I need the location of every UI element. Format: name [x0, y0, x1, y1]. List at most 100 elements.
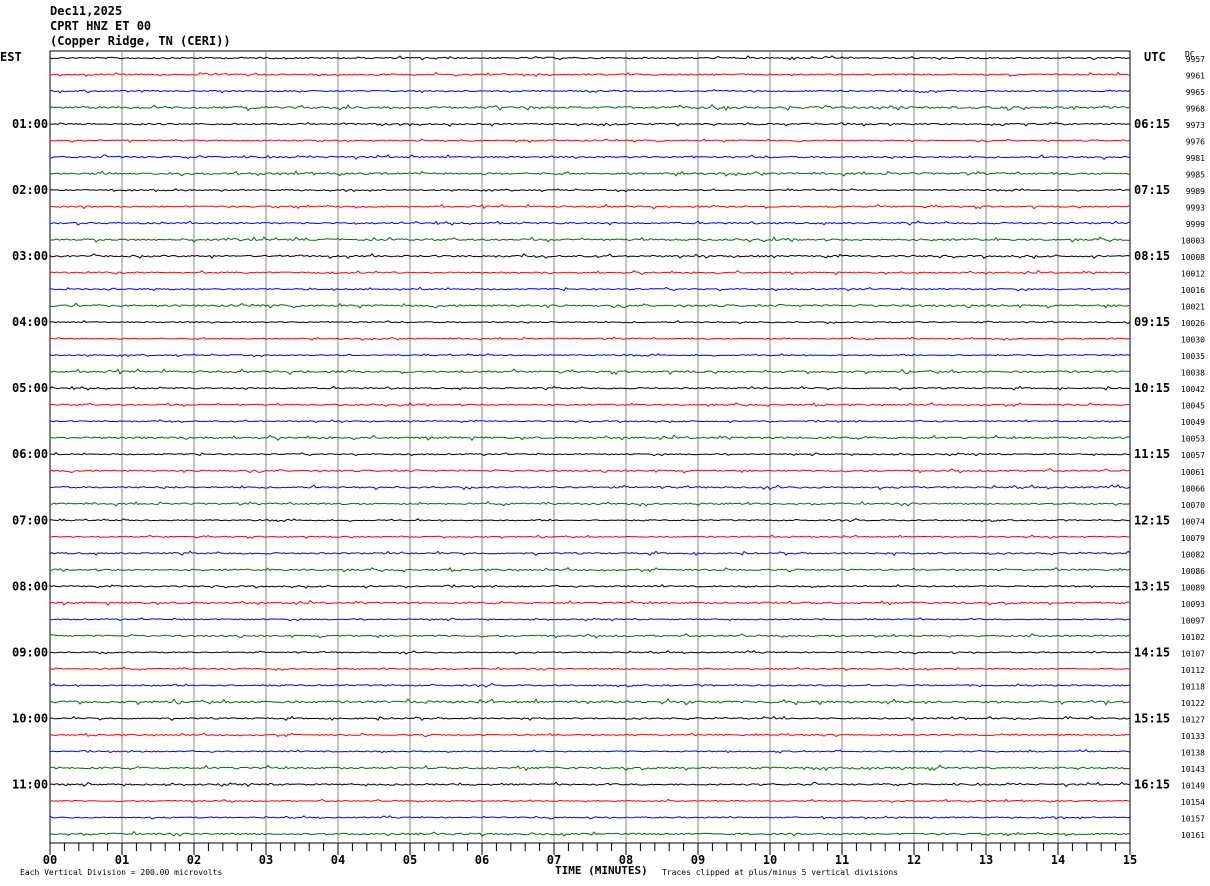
utc-hour-label: 08:15 [1134, 249, 1170, 263]
seismic-trace [49, 154, 1131, 160]
utc-hour-label: 10:15 [1134, 381, 1170, 395]
utc-hour-label: 09:15 [1134, 315, 1170, 329]
seismic-trace [49, 253, 1131, 260]
dc-value: 9961 [1186, 72, 1205, 81]
dc-value: 10122 [1181, 699, 1205, 708]
seismic-trace [49, 353, 1131, 358]
dc-value: 10049 [1181, 418, 1205, 427]
seismic-trace [49, 55, 1131, 61]
x-tick-label: 14 [1051, 853, 1065, 867]
seismic-trace [49, 401, 1131, 408]
dc-value: 9981 [1186, 154, 1205, 163]
est-hour-label: 01:00 [12, 117, 48, 131]
dc-value: 10097 [1181, 616, 1205, 625]
utc-hour-label: 11:15 [1134, 447, 1170, 461]
dc-value: 10107 [1181, 649, 1205, 658]
dc-value: 10118 [1181, 682, 1205, 691]
seismic-trace [49, 781, 1131, 788]
dc-value: 10154 [1181, 798, 1205, 807]
seismic-trace [49, 666, 1131, 672]
utc-hour-label: 07:15 [1134, 183, 1170, 197]
dc-value: 10082 [1181, 550, 1205, 559]
est-hour-label: 11:00 [12, 777, 48, 791]
seismic-trace [49, 138, 1131, 144]
seismic-trace [49, 236, 1131, 243]
x-tick-label: 03 [259, 853, 273, 867]
seismic-trace [49, 467, 1131, 474]
dc-value: 10038 [1181, 369, 1205, 378]
dc-value: 9965 [1186, 88, 1205, 97]
x-axis-label: TIME (MINUTES) [555, 864, 648, 877]
seismic-trace [49, 452, 1131, 457]
dc-value: 10003 [1181, 237, 1205, 246]
seismic-trace [49, 584, 1131, 589]
x-tick-label: 10 [763, 853, 777, 867]
dc-value: 9993 [1186, 204, 1205, 213]
seismic-trace [49, 88, 1131, 94]
est-hour-label: 09:00 [12, 645, 48, 659]
dc-value: 10045 [1181, 402, 1205, 411]
seismic-trace [49, 550, 1131, 557]
seismic-trace [49, 534, 1131, 540]
dc-value: 10157 [1181, 814, 1205, 823]
seismic-trace [49, 500, 1131, 507]
seismic-trace [49, 419, 1131, 424]
x-tick-label: 01 [115, 853, 129, 867]
utc-hour-label: 12:15 [1134, 513, 1170, 527]
seismic-trace [49, 188, 1131, 193]
dc-value: 10070 [1181, 501, 1205, 510]
seismic-trace [49, 518, 1131, 523]
helicorder-plot: 00 01 02 03 04 05 06 07 08 09 10 11 12 13 14 1599579961… [0, 50, 1205, 877]
x-tick-label: 06 [475, 853, 489, 867]
seismic-trace [49, 385, 1131, 391]
left-timezone-label: EST [0, 50, 22, 64]
dc-value: 10016 [1181, 286, 1205, 295]
seismic-trace [49, 650, 1131, 655]
x-tick-label: 04 [331, 853, 345, 867]
seismic-trace [49, 203, 1131, 210]
dc-value: 10127 [1181, 715, 1205, 724]
seismic-trace [49, 71, 1131, 78]
seismic-trace [49, 566, 1131, 573]
dc-value: 10089 [1181, 583, 1205, 592]
est-hour-label: 05:00 [12, 381, 48, 395]
est-hour-label: 04:00 [12, 315, 48, 329]
seismic-trace [49, 815, 1131, 820]
dc-value: 10138 [1181, 748, 1205, 757]
dc-value: 10066 [1181, 484, 1205, 493]
dc-value: 9999 [1186, 220, 1205, 229]
seismic-trace [49, 682, 1131, 688]
dc-value: 9968 [1186, 105, 1205, 114]
dc-value: 10149 [1181, 781, 1205, 790]
dc-value: 10061 [1181, 468, 1205, 477]
seismic-trace [49, 286, 1131, 292]
seismic-trace [49, 732, 1131, 738]
scale-note: Each Vertical Division = 200.00 microvol… [20, 868, 222, 877]
dc-value: 10012 [1181, 270, 1205, 279]
seismic-trace [49, 830, 1131, 837]
dc-value: 10133 [1181, 732, 1205, 741]
x-tick-label: 00 [43, 853, 57, 867]
dc-value: 10102 [1181, 633, 1205, 642]
x-tick-label: 15 [1123, 853, 1137, 867]
dc-value: 10093 [1181, 600, 1205, 609]
x-tick-label: 09 [691, 853, 705, 867]
x-tick-label: 12 [907, 853, 921, 867]
x-tick-label: 05 [403, 853, 417, 867]
seismic-trace [49, 368, 1130, 376]
x-tick-label: 02 [187, 853, 201, 867]
seismic-trace [49, 599, 1131, 606]
seismic-trace [49, 617, 1131, 622]
utc-hour-label: 13:15 [1134, 579, 1170, 593]
dc-value: 9973 [1186, 121, 1205, 130]
dc-value: 10057 [1181, 451, 1205, 460]
dc-value: 10079 [1181, 534, 1205, 543]
seismic-trace [49, 798, 1131, 804]
dc-value: 9976 [1186, 138, 1205, 147]
x-tick-label: 11 [835, 853, 849, 867]
dc-header: DC [1185, 50, 1195, 59]
seismic-trace [49, 715, 1131, 722]
seismic-trace [49, 320, 1131, 325]
seismic-trace [49, 220, 1131, 226]
seismic-trace [49, 698, 1131, 706]
